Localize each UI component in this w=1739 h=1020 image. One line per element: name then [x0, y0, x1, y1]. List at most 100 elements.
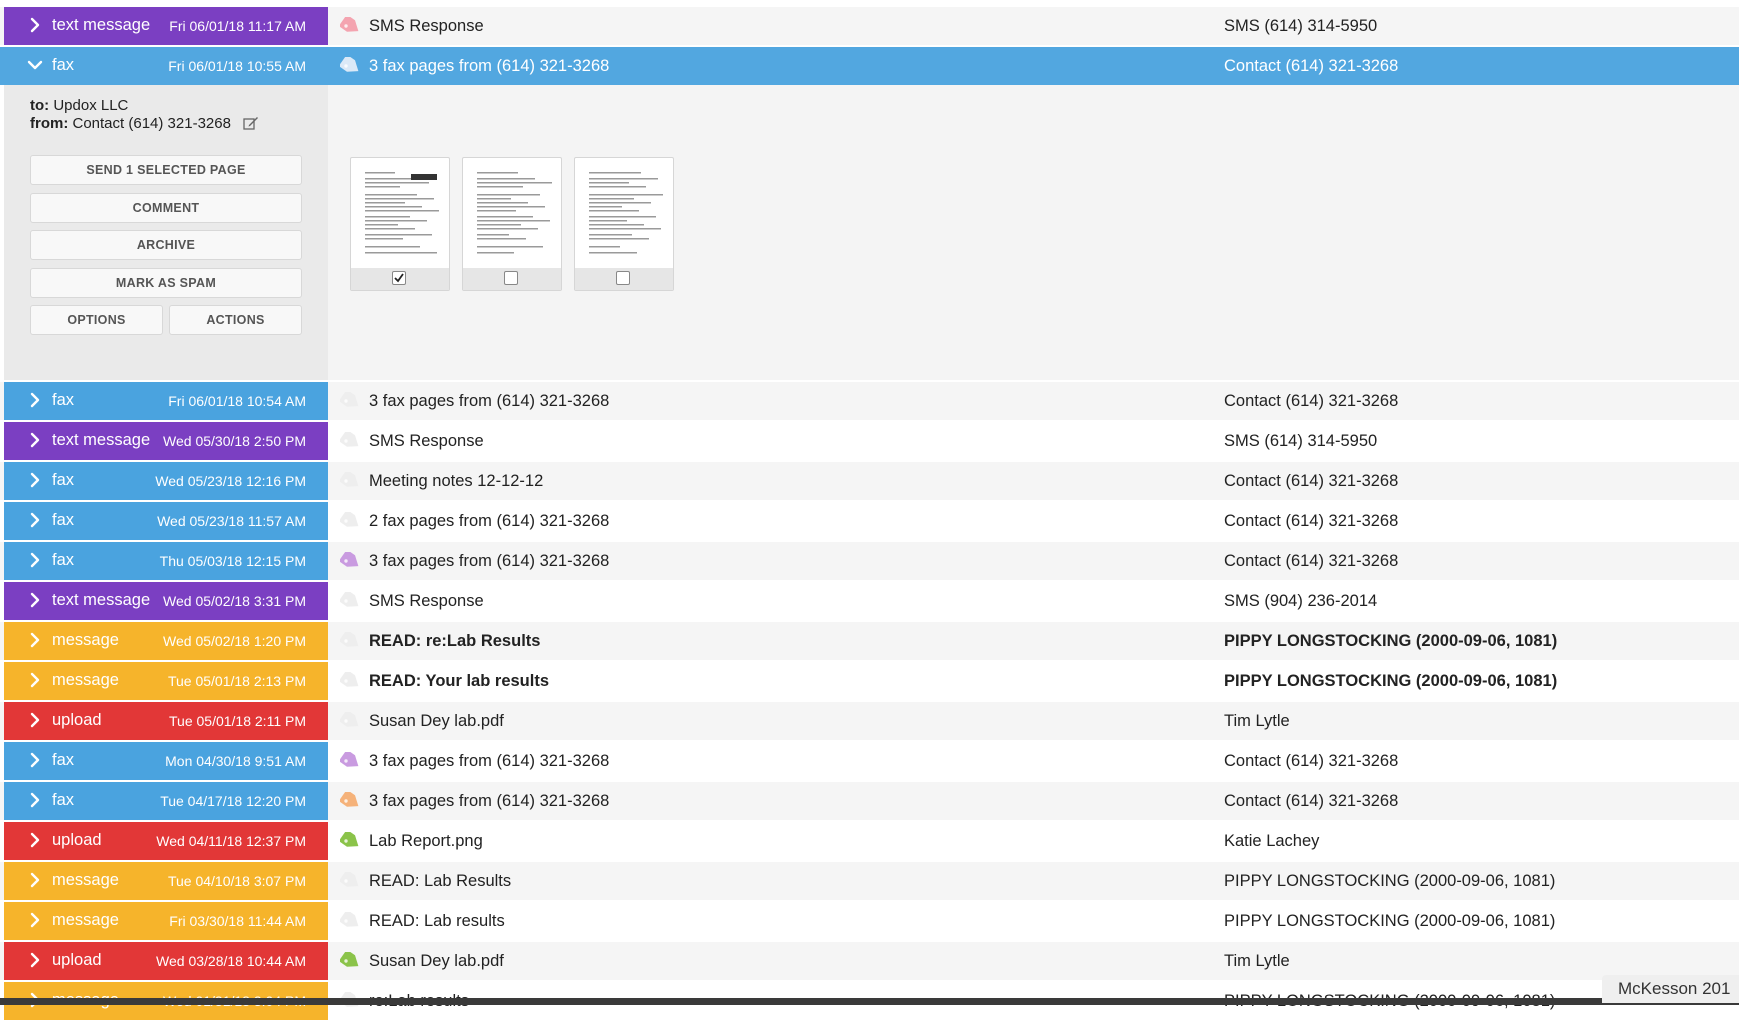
- message-type-cell[interactable]: fax Thu 05/03/18 12:15 PM: [4, 542, 328, 580]
- chevron-right-icon[interactable]: [26, 751, 44, 769]
- message-type-cell[interactable]: fax Wed 05/23/18 11:57 AM: [4, 502, 328, 540]
- tag-icon[interactable]: [340, 872, 362, 890]
- tag-icon[interactable]: [340, 792, 362, 810]
- message-subject[interactable]: READ: Your lab results: [369, 672, 549, 691]
- message-row[interactable]: text message Fri 06/01/18 11:17 AM SMS Res…: [0, 7, 1739, 45]
- message-row[interactable]: message Fri 03/30/18 11:44 AM READ: Lab re…: [0, 902, 1739, 940]
- message-type-cell[interactable]: upload Tue 05/01/18 2:11 PM: [4, 702, 328, 740]
- message-row[interactable]: fax Wed 05/23/18 12:16 PM Meeting notes 12…: [0, 462, 1739, 500]
- tag-icon[interactable]: [340, 57, 362, 75]
- page-thumbnail[interactable]: [462, 157, 562, 291]
- message-type-cell[interactable]: message Wed 05/02/18 1:20 PM: [4, 622, 328, 660]
- chevron-right-icon[interactable]: [26, 551, 44, 569]
- message-type-cell[interactable]: message Tue 04/10/18 3:07 PM: [4, 862, 328, 900]
- chevron-down-icon[interactable]: [26, 56, 44, 74]
- message-type-cell[interactable]: fax Tue 04/17/18 12:20 PM: [4, 782, 328, 820]
- options-button[interactable]: OPTIONS: [30, 305, 163, 335]
- message-type-cell[interactable]: text message Fri 06/01/18 11:17 AM: [4, 7, 328, 45]
- chevron-right-icon[interactable]: [26, 671, 44, 689]
- message-subject[interactable]: 3 fax pages from (614) 321-3268: [369, 392, 609, 411]
- message-type-cell[interactable]: text message Wed 05/02/18 3:31 PM: [4, 582, 328, 620]
- message-row[interactable]: message Tue 04/10/18 3:07 PM READ: Lab Res…: [0, 862, 1739, 900]
- message-subject[interactable]: Susan Dey lab.pdf: [369, 712, 504, 731]
- message-type-cell[interactable]: fax Fri 06/01/18 10:55 AM: [4, 47, 328, 85]
- message-row[interactable]: fax Fri 06/01/18 10:55 AM 3 fax pages from…: [0, 47, 1739, 85]
- message-row[interactable]: fax Wed 05/23/18 11:57 AM 2 fax pages from…: [0, 502, 1739, 540]
- message-row[interactable]: message Tue 05/01/18 2:13 PM READ: Your la…: [0, 662, 1739, 700]
- message-row[interactable]: upload Tue 05/01/18 2:11 PM Susan Dey lab.…: [0, 702, 1739, 740]
- actions-button[interactable]: ACTIONS: [169, 305, 302, 335]
- chevron-right-icon[interactable]: [26, 951, 44, 969]
- page-thumbnail[interactable]: [574, 157, 674, 291]
- tag-icon[interactable]: [340, 17, 362, 35]
- message-subject[interactable]: 2 fax pages from (614) 321-3268: [369, 512, 609, 531]
- comment-button[interactable]: COMMENT: [30, 193, 302, 223]
- message-row[interactable]: fax Mon 04/30/18 9:51 AM 3 fax pages from …: [0, 742, 1739, 780]
- chevron-right-icon[interactable]: [26, 631, 44, 649]
- message-row[interactable]: upload Wed 03/28/18 10:44 AM Susan Dey lab…: [0, 942, 1739, 980]
- tag-icon[interactable]: [340, 752, 362, 770]
- message-subject[interactable]: Susan Dey lab.pdf: [369, 952, 504, 971]
- message-subject[interactable]: READ: Lab results: [369, 912, 505, 931]
- tag-icon[interactable]: [340, 392, 362, 410]
- message-row[interactable]: text message Wed 05/02/18 3:31 PM SMS Resp…: [0, 582, 1739, 620]
- chevron-right-icon[interactable]: [26, 431, 44, 449]
- message-subject[interactable]: 3 fax pages from (614) 321-3268: [369, 752, 609, 771]
- message-type-cell[interactable]: fax Mon 04/30/18 9:51 AM: [4, 742, 328, 780]
- message-row[interactable]: message Wed 05/02/18 1:20 PM READ: re:Lab …: [0, 622, 1739, 660]
- message-row[interactable]: fax Tue 04/17/18 12:20 PM 3 fax pages from…: [0, 782, 1739, 820]
- chevron-right-icon[interactable]: [26, 471, 44, 489]
- tag-icon[interactable]: [340, 512, 362, 530]
- chevron-right-icon[interactable]: [26, 831, 44, 849]
- page-select-checkbox[interactable]: [616, 271, 630, 285]
- message-subject[interactable]: Lab Report.png: [369, 832, 483, 851]
- tag-icon[interactable]: [340, 552, 362, 570]
- message-type-label: fax: [52, 791, 75, 809]
- message-subject[interactable]: 3 fax pages from (614) 321-3268: [369, 57, 609, 76]
- tag-icon[interactable]: [340, 712, 362, 730]
- edit-icon[interactable]: [243, 116, 259, 130]
- message-row[interactable]: upload Wed 04/11/18 12:37 PM Lab Report.pn…: [0, 822, 1739, 860]
- tag-icon[interactable]: [340, 832, 362, 850]
- tag-icon[interactable]: [340, 952, 362, 970]
- chevron-right-icon[interactable]: [26, 711, 44, 729]
- message-subject[interactable]: 3 fax pages from (614) 321-3268: [369, 792, 609, 811]
- tag-icon[interactable]: [340, 472, 362, 490]
- message-subject[interactable]: SMS Response: [369, 432, 484, 451]
- message-subject[interactable]: Meeting notes 12-12-12: [369, 472, 543, 491]
- chevron-right-icon[interactable]: [26, 391, 44, 409]
- page-select-checkbox[interactable]: [392, 271, 406, 285]
- tag-icon[interactable]: [340, 592, 362, 610]
- chevron-right-icon[interactable]: [26, 591, 44, 609]
- message-type-cell[interactable]: fax Wed 05/23/18 12:16 PM: [4, 462, 328, 500]
- message-subject[interactable]: SMS Response: [369, 17, 484, 36]
- chevron-right-icon[interactable]: [26, 511, 44, 529]
- message-type-cell[interactable]: upload Wed 03/28/18 10:44 AM: [4, 942, 328, 980]
- page-thumbnail[interactable]: [350, 157, 450, 291]
- chevron-right-icon[interactable]: [26, 791, 44, 809]
- message-row[interactable]: fax Fri 06/01/18 10:54 AM 3 fax pages from…: [0, 382, 1739, 420]
- message-subject[interactable]: SMS Response: [369, 592, 484, 611]
- tag-icon[interactable]: [340, 632, 362, 650]
- page-select-checkbox[interactable]: [504, 271, 518, 285]
- mark-as-spam-button[interactable]: MARK AS SPAM: [30, 268, 302, 298]
- message-type-cell[interactable]: fax Fri 06/01/18 10:54 AM: [4, 382, 328, 420]
- message-subject[interactable]: READ: re:Lab Results: [369, 632, 540, 651]
- send-selected-page-button[interactable]: SEND 1 SELECTED PAGE: [30, 155, 302, 185]
- chevron-right-icon[interactable]: [26, 911, 44, 929]
- chevron-right-icon[interactable]: [26, 16, 44, 34]
- tag-icon[interactable]: [340, 432, 362, 450]
- message-row[interactable]: fax Thu 05/03/18 12:15 PM 3 fax pages from…: [0, 542, 1739, 580]
- message-type-cell[interactable]: message Tue 05/01/18 2:13 PM: [4, 662, 328, 700]
- message-type-cell[interactable]: message Fri 03/30/18 11:44 AM: [4, 902, 328, 940]
- message-subject[interactable]: 3 fax pages from (614) 321-3268: [369, 552, 609, 571]
- message-subject[interactable]: READ: Lab Results: [369, 872, 511, 891]
- message-row[interactable]: text message Wed 05/30/18 2:50 PM SMS Resp…: [0, 422, 1739, 460]
- chevron-right-icon[interactable]: [26, 871, 44, 889]
- message-type-cell[interactable]: upload Wed 04/11/18 12:37 PM: [4, 822, 328, 860]
- tag-icon[interactable]: [340, 672, 362, 690]
- archive-button[interactable]: ARCHIVE: [30, 230, 302, 260]
- tag-icon[interactable]: [340, 912, 362, 930]
- message-type-cell[interactable]: text message Wed 05/30/18 2:50 PM: [4, 422, 328, 460]
- message-type-label: upload: [52, 951, 102, 969]
